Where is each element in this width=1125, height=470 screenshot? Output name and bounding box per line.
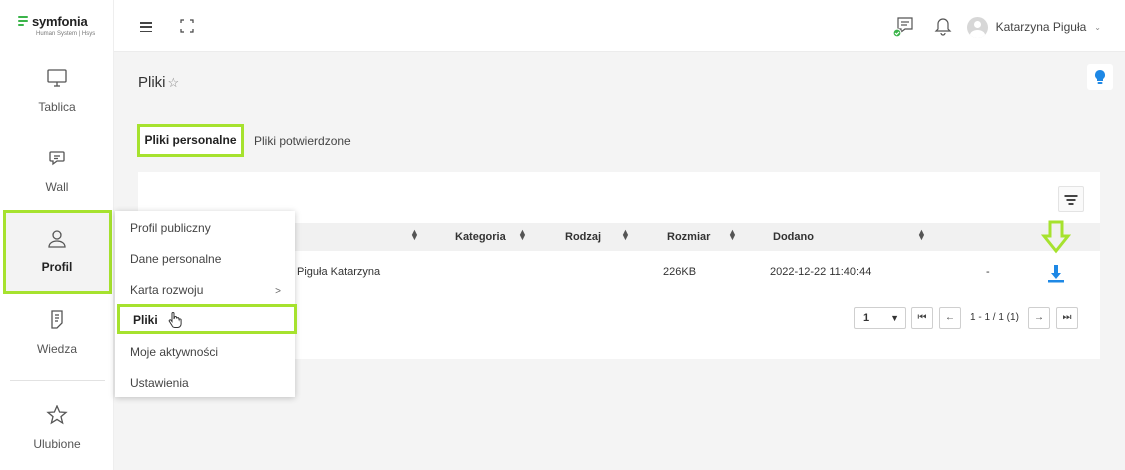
sidebar-item-label: Wiedza [36, 342, 77, 356]
filter-button[interactable] [1058, 186, 1084, 212]
user-icon [48, 230, 66, 248]
sidebar-item-label: Tablica [38, 100, 76, 114]
tab-pliki-personalne[interactable]: Pliki personalne [137, 124, 244, 157]
messages-icon[interactable] [891, 15, 915, 39]
logo-mark-icon [18, 16, 28, 26]
submenu-item-moje-aktywnosci[interactable]: Moje aktywności [130, 345, 218, 359]
sort-icon[interactable]: ▲ ▼ [518, 228, 527, 242]
user-name: Katarzyna Piguła [995, 20, 1087, 34]
chevron-right-icon: > [275, 286, 281, 297]
arrow-right-icon: → [1034, 312, 1044, 323]
hand-cursor-icon [168, 312, 182, 328]
page-select[interactable]: 1 ▼ [854, 307, 906, 329]
sidebar: symfonia Human System | Hsys Tablica Wal… [0, 0, 114, 470]
last-page-icon: ⏭ [1062, 312, 1072, 323]
chat-icon [49, 151, 65, 166]
next-page-button[interactable]: → [1028, 307, 1050, 329]
first-page-icon: ⏮ [917, 312, 927, 323]
tab-pliki-potwierdzone[interactable]: Pliki potwierdzone [254, 134, 351, 148]
submenu-item-profil-publiczny[interactable]: Profil publiczny [130, 221, 211, 235]
sidebar-item-label: Wall [45, 180, 69, 194]
arrow-left-icon: ← [945, 312, 955, 323]
sidebar-item-wall[interactable]: Wall [0, 148, 114, 194]
page-title-text: Pliki [138, 74, 166, 91]
menu-icon[interactable] [140, 22, 152, 33]
submenu-item-ustawienia[interactable]: Ustawienia [130, 376, 189, 390]
submenu-item-pliki[interactable]: Pliki [117, 304, 297, 334]
monitor-icon [47, 69, 67, 87]
submenu-item-dane-personalne[interactable]: Dane personalne [130, 252, 221, 266]
sidebar-item-tablica[interactable]: Tablica [0, 68, 114, 114]
page-select-value: 1 [863, 312, 870, 324]
submenu-item-karta-rozwoju[interactable]: Karta rozwoju [130, 283, 203, 297]
document-icon [51, 310, 63, 329]
sidebar-divider [10, 380, 105, 381]
bell-icon[interactable] [934, 15, 952, 37]
sort-icon[interactable]: ▲ ▼ [621, 228, 630, 242]
sidebar-item-label: Ulubione [33, 437, 81, 451]
submenu-item-label: Pliki [133, 313, 158, 327]
sidebar-item-ulubione[interactable]: Ulubione [0, 405, 114, 451]
sidebar-item-wiedza[interactable]: Wiedza [0, 310, 114, 356]
column-header-rodzaj[interactable]: Rodzaj [565, 231, 601, 243]
help-button[interactable] [1087, 64, 1113, 90]
topbar: Katarzyna Piguła ⌄ [114, 0, 1125, 52]
fullscreen-icon[interactable] [180, 19, 194, 33]
favorite-star-icon[interactable]: ☆ [168, 75, 180, 90]
chevron-down-icon: ▼ [890, 313, 899, 323]
star-icon [46, 405, 68, 425]
lightbulb-icon [1095, 70, 1105, 84]
cell-name: Piguła Katarzyna [297, 266, 381, 278]
cell-extra: - [986, 266, 990, 278]
user-menu[interactable]: Katarzyna Piguła ⌄ [966, 16, 1101, 38]
sort-icon[interactable]: ▲ ▼ [728, 228, 737, 242]
column-header-dodano[interactable]: Dodano [773, 231, 814, 243]
cell-added: 2022-12-22 11:40:44 [770, 266, 872, 278]
prev-page-button[interactable]: ← [939, 307, 961, 329]
sidebar-item-label: Profil [41, 260, 73, 274]
column-header-rozmiar[interactable]: Rozmiar [667, 231, 710, 243]
sidebar-item-profil-content: Profil [0, 228, 114, 274]
page-title: Pliki ☆ [138, 74, 179, 91]
last-page-button[interactable]: ⏭ [1056, 307, 1078, 329]
sort-icon[interactable]: ▲ ▼ [917, 228, 926, 242]
sort-icon[interactable]: ▲ ▼ [410, 228, 419, 242]
download-icon[interactable] [1047, 264, 1065, 284]
pagination-info: 1 - 1 / 1 (1) [970, 312, 1019, 323]
chevron-down-icon: ⌄ [1094, 22, 1101, 32]
profil-submenu: Profil publiczny Dane personalne Karta r… [115, 211, 297, 397]
annotation-arrow-icon [1041, 220, 1071, 254]
column-header-kategoria[interactable]: Kategoria [455, 231, 506, 243]
cell-size: 226KB [663, 266, 697, 278]
logo[interactable]: symfonia Human System | Hsys [18, 14, 110, 42]
first-page-button[interactable]: ⏮ [911, 307, 933, 329]
logo-subtitle: Human System | Hsys [36, 31, 96, 37]
logo-name: symfonia [32, 14, 88, 29]
avatar [966, 16, 988, 38]
